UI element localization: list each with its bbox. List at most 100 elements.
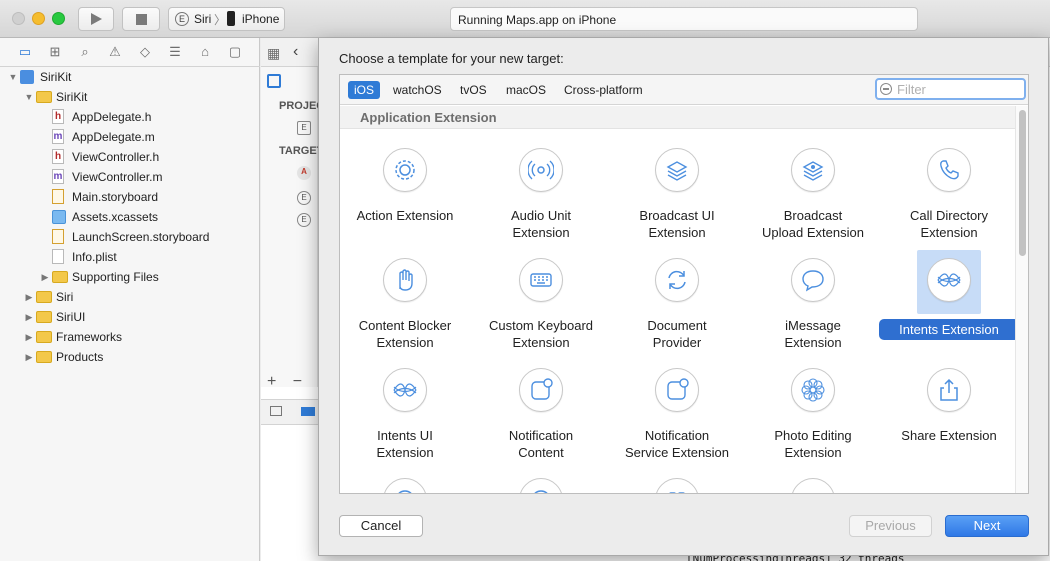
related-items-grid-icon[interactable]: ▦: [267, 45, 280, 62]
filter-field[interactable]: [875, 78, 1026, 100]
project-item-icon[interactable]: E: [297, 121, 311, 135]
previous-button[interactable]: Previous: [849, 515, 932, 537]
folder-icon: [36, 351, 52, 363]
template-tile[interactable]: Share Extension: [881, 353, 1015, 463]
disclosure-expanded-icon[interactable]: ▼: [24, 87, 34, 107]
tree-row[interactable]: Main.storyboard: [0, 187, 260, 207]
run-button[interactable]: [78, 7, 114, 31]
tree-row[interactable]: m ViewController.m: [0, 167, 260, 187]
tree-item-label: Assets.xcassets: [72, 210, 159, 224]
phone-icon-glyph: [940, 160, 959, 180]
warning-icon[interactable]: ⚠: [107, 45, 123, 59]
tree-row[interactable]: LaunchScreen.storyboard: [0, 227, 260, 247]
scheme-selector[interactable]: E Siri 〉 iPhone: [168, 7, 285, 31]
scroll-thumb[interactable]: [1019, 110, 1026, 256]
template-tile[interactable]: Call Directory Extension: [881, 133, 1015, 243]
platform-tab-watchos[interactable]: watchOS: [387, 81, 448, 99]
tree-row[interactable]: h ViewController.h: [0, 147, 260, 167]
disclosure-expanded-icon[interactable]: ▼: [8, 67, 18, 87]
tree-row[interactable]: ▶ Supporting Files: [0, 267, 260, 287]
back-chevron-icon[interactable]: ‹: [293, 43, 298, 61]
hide-debug-area-icon[interactable]: [270, 406, 282, 416]
tree-row[interactable]: m AppDelegate.m: [0, 127, 260, 147]
template-icon-area: [509, 250, 573, 314]
platform-tab-macos[interactable]: macOS: [500, 81, 552, 99]
tag-icon[interactable]: ⌂: [197, 45, 213, 59]
tree-row[interactable]: ▼ SiriKit: [0, 87, 260, 107]
template-label-line: Call Directory: [909, 208, 988, 223]
disclosure-collapsed-icon[interactable]: ▶: [24, 347, 34, 367]
template-tile[interactable]: [473, 463, 609, 493]
template-tile[interactable]: Photo Editing Extension: [745, 353, 881, 463]
tree-row[interactable]: Info.plist: [0, 247, 260, 267]
tree-row[interactable]: Assets.xcassets: [0, 207, 260, 227]
extension-target-icon[interactable]: E: [297, 191, 311, 205]
speech-icon[interactable]: ▢: [227, 45, 243, 59]
template-tile[interactable]: Document Provider: [609, 243, 745, 353]
cancel-button[interactable]: Cancel: [339, 515, 423, 537]
close-window-button[interactable]: [12, 12, 25, 25]
sidebar-toggle-icon[interactable]: [267, 74, 281, 88]
template-label-line: iMessage: [785, 318, 841, 333]
template-tile[interactable]: [340, 463, 473, 493]
platform-tab-tvos[interactable]: tvOS: [454, 81, 493, 99]
template-tile[interactable]: Broadcast UI Extension: [609, 133, 745, 243]
template-tile[interactable]: Content Blocker Extension: [340, 243, 473, 353]
tree-row[interactable]: h AppDelegate.h: [0, 107, 260, 127]
template-tile[interactable]: Audio Unit Extension: [473, 133, 609, 243]
list-icon[interactable]: ☰: [167, 45, 183, 59]
app-target-icon[interactable]: A: [297, 166, 311, 180]
tree-row[interactable]: ▶ SiriUI: [0, 307, 260, 327]
template-tile[interactable]: Custom Keyboard Extension: [473, 243, 609, 353]
template-label-line: Intents UI: [377, 428, 433, 443]
add-target-button[interactable]: +: [267, 373, 276, 390]
template-label: Broadcast Upload Extension: [745, 207, 881, 241]
next-button[interactable]: Next: [945, 515, 1029, 537]
folder-icon: [36, 331, 52, 343]
template-label-line: Audio Unit: [511, 208, 571, 223]
folder-icon[interactable]: ▭: [17, 45, 33, 59]
disclosure-collapsed-icon[interactable]: ▶: [24, 327, 34, 347]
diamond-icon[interactable]: ◇: [137, 45, 153, 59]
template-tile[interactable]: Notification Content: [473, 353, 609, 463]
tree-row[interactable]: ▼ SiriKit: [0, 67, 260, 87]
template-scrollbar[interactable]: [1015, 106, 1028, 493]
tree-row[interactable]: ▶ Siri: [0, 287, 260, 307]
remove-target-button[interactable]: −: [293, 373, 302, 390]
template-tile[interactable]: Intents Extension: [879, 243, 1015, 353]
template-icon-area: [781, 140, 845, 204]
template-tile[interactable]: [609, 463, 745, 493]
breakpoint-icon[interactable]: [301, 407, 315, 416]
disclosure-collapsed-icon[interactable]: ▶: [40, 267, 50, 287]
project-icon: [20, 70, 34, 84]
flower-icon: [791, 368, 835, 412]
platform-tab-crossplatform[interactable]: Cross-platform: [558, 81, 649, 99]
template-label: iMessage Extension: [745, 317, 881, 351]
search-icon[interactable]: ⌕: [77, 45, 93, 59]
template-tile[interactable]: 17: [745, 463, 881, 493]
zoom-window-button[interactable]: [52, 12, 65, 25]
disclosure-collapsed-icon[interactable]: ▶: [24, 287, 34, 307]
template-tile[interactable]: Action Extension: [340, 133, 473, 243]
extension-target-icon[interactable]: E: [297, 213, 311, 227]
tree-row[interactable]: ▶ Products: [0, 347, 260, 367]
template-tile[interactable]: Intents UI Extension: [340, 353, 473, 463]
template-tile[interactable]: Broadcast Upload Extension: [745, 133, 881, 243]
template-tile[interactable]: Notification Service Extension: [609, 353, 745, 463]
hand-icon-glyph: [399, 269, 413, 291]
filter-input[interactable]: [897, 81, 1017, 97]
minimize-window-button[interactable]: [32, 12, 45, 25]
iphone-icon: [227, 11, 235, 26]
window-toolbar: E Siri 〉 iPhone Running Maps.app on iPho…: [0, 0, 1050, 38]
keyboard-icon-glyph: [530, 273, 552, 287]
template-label-line: Custom Keyboard: [488, 318, 594, 333]
platform-tab-bar: iOS watchOS tvOS macOS Cross-platform: [340, 75, 1028, 105]
template-tile[interactable]: iMessage Extension: [745, 243, 881, 353]
hierarchy-icon[interactable]: ⊞: [47, 45, 63, 59]
platform-tab-ios[interactable]: iOS: [348, 81, 381, 99]
stop-button[interactable]: [122, 7, 160, 31]
template-label: Notification Service Extension: [609, 427, 745, 461]
phone-icon: [927, 148, 971, 192]
disclosure-collapsed-icon[interactable]: ▶: [24, 307, 34, 327]
tree-row[interactable]: ▶ Frameworks: [0, 327, 260, 347]
